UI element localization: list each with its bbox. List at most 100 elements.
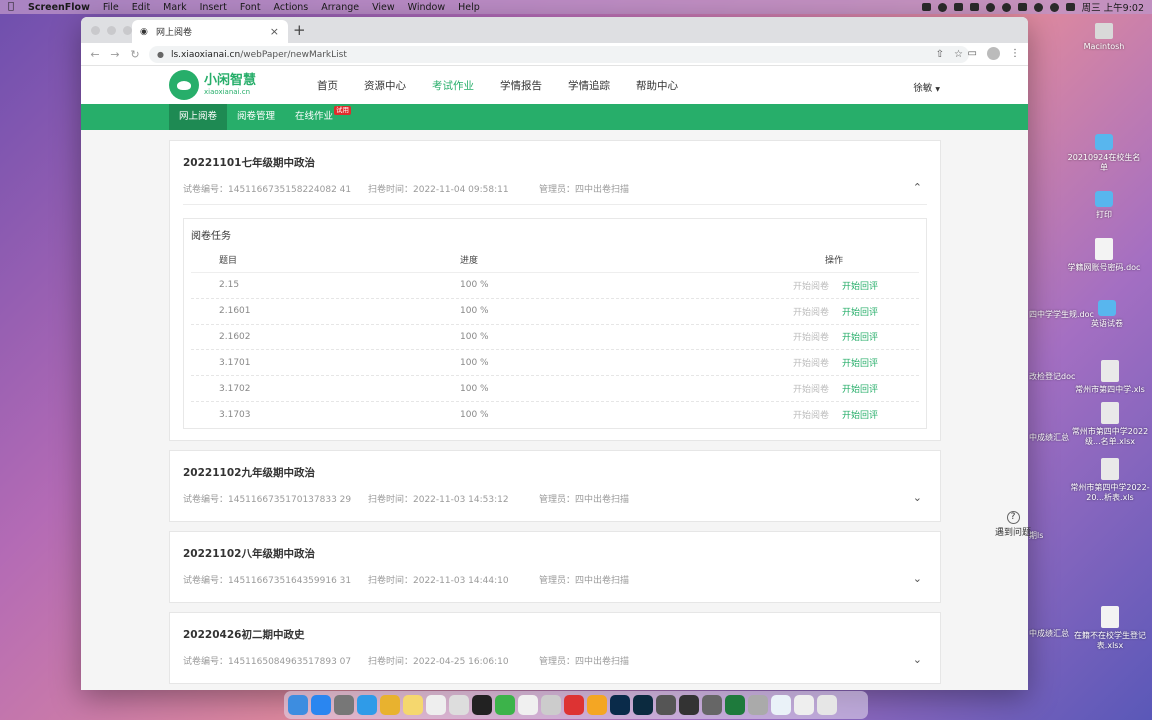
netease-music-icon[interactable] bbox=[564, 695, 584, 715]
qq-icon[interactable] bbox=[472, 695, 492, 715]
desktop-icon-doc-2[interactable]: 在籍不在校学生登记表.xlsx bbox=[1070, 606, 1150, 651]
menu-actions[interactable]: Actions bbox=[274, 2, 309, 13]
start-marking-button[interactable]: 开始阅卷 bbox=[793, 411, 829, 421]
zoom-window-button[interactable] bbox=[123, 26, 132, 35]
menu-view[interactable]: View bbox=[372, 2, 395, 13]
bluetooth-icon[interactable] bbox=[985, 2, 995, 12]
calendar-icon[interactable] bbox=[518, 695, 538, 715]
battery-icon[interactable] bbox=[1017, 3, 1027, 11]
desktop-icon-folder-1[interactable]: 20210924在校生名单 bbox=[1064, 130, 1144, 173]
safari-icon[interactable] bbox=[357, 695, 377, 715]
preview-icon[interactable] bbox=[541, 695, 561, 715]
start-marking-button[interactable]: 开始阅卷 bbox=[793, 359, 829, 369]
control-center-icon[interactable] bbox=[1065, 3, 1075, 11]
subnav-online-homework[interactable]: 在线作业 试用 bbox=[285, 104, 352, 130]
menu-insert[interactable]: Insert bbox=[200, 2, 227, 13]
start-review-button[interactable]: 开始回评 bbox=[842, 385, 878, 395]
subnav-marking-management[interactable]: 阅卷管理 bbox=[227, 104, 285, 130]
excel-icon[interactable] bbox=[725, 695, 745, 715]
nav-tracking[interactable]: 学情追踪 bbox=[568, 78, 610, 93]
siri-icon[interactable] bbox=[1049, 2, 1059, 12]
desktop-icon-folder-2[interactable]: 打印 bbox=[1064, 187, 1144, 220]
chevron-down-icon[interactable]: ⌄ bbox=[913, 491, 922, 504]
close-tab-icon[interactable]: × bbox=[270, 25, 279, 38]
nav-exams[interactable]: 考试作业 bbox=[432, 78, 474, 93]
trash-icon[interactable] bbox=[817, 695, 837, 715]
start-review-button[interactable]: 开始回评 bbox=[842, 308, 878, 318]
forward-icon[interactable]: → bbox=[105, 48, 125, 61]
menu-edit[interactable]: Edit bbox=[132, 2, 150, 13]
desktop-icon-doc-1[interactable]: 学籍网账号密码.doc bbox=[1064, 238, 1144, 273]
menu-window[interactable]: Window bbox=[408, 2, 445, 13]
icloud-icon[interactable] bbox=[771, 695, 791, 715]
exam-card[interactable]: 20221102八年级期中政治 试卷编号：1451166735164359916… bbox=[169, 531, 941, 603]
desktop-icon-macintosh[interactable]: Macintosh bbox=[1064, 23, 1144, 52]
lightroom-icon[interactable] bbox=[633, 695, 653, 715]
desktop-icon-xls-2[interactable]: 常州市第四中学2022级...名单.xlsx bbox=[1070, 402, 1150, 447]
keyboard-icon[interactable] bbox=[969, 3, 979, 11]
finder-icon[interactable] bbox=[288, 695, 308, 715]
photoshop-icon[interactable] bbox=[610, 695, 630, 715]
subnav-online-marking[interactable]: 网上阅卷 bbox=[169, 104, 228, 130]
nav-help-center[interactable]: 帮助中心 bbox=[636, 78, 678, 93]
start-review-button[interactable]: 开始回评 bbox=[842, 282, 878, 292]
menu-arrange[interactable]: Arrange bbox=[321, 2, 359, 13]
desktop-partial-label[interactable]: 期ls bbox=[1029, 531, 1043, 541]
documents-icon[interactable] bbox=[794, 695, 814, 715]
address-bar[interactable]: ● ls.xiaoxianai.cn /webPaper/newMarkList… bbox=[149, 46, 969, 63]
reload-icon[interactable]: ↻ bbox=[125, 48, 145, 61]
start-review-button[interactable]: 开始回评 bbox=[842, 359, 878, 369]
exam-card[interactable]: 20220426初二期中政史 试卷编号：1451165084963517893 … bbox=[169, 612, 941, 684]
screenflow-icon[interactable] bbox=[748, 695, 768, 715]
share-icon[interactable]: ⇧ bbox=[936, 49, 944, 60]
menu-app[interactable]: ScreenFlow bbox=[28, 2, 90, 13]
minimize-window-button[interactable] bbox=[107, 26, 116, 35]
profile-avatar-icon[interactable] bbox=[987, 47, 1000, 60]
disk-utility-icon[interactable] bbox=[656, 695, 676, 715]
launchpad-icon[interactable] bbox=[334, 695, 354, 715]
apple-icon[interactable]:  bbox=[8, 2, 18, 12]
browser-tab[interactable]: ◉ 网上阅卷 × bbox=[132, 20, 288, 43]
user-menu[interactable]: 徐敏 ▼ bbox=[913, 80, 940, 94]
menubar-clock[interactable]: 周三 上午9:02 bbox=[1082, 0, 1144, 14]
site-logo[interactable]: 小闲智慧 xiaoxianai.cn bbox=[169, 70, 256, 100]
new-tab-icon[interactable]: + bbox=[293, 21, 306, 39]
search-icon[interactable] bbox=[1033, 2, 1043, 12]
app-store-icon[interactable] bbox=[311, 695, 331, 715]
start-review-button[interactable]: 开始回评 bbox=[842, 411, 878, 421]
text-icon[interactable] bbox=[953, 3, 963, 11]
qq-icon[interactable] bbox=[937, 2, 947, 12]
lock-icon[interactable]: ● bbox=[157, 50, 164, 59]
photos-icon[interactable] bbox=[587, 695, 607, 715]
desktop-partial-label[interactable]: 中成绩汇总 bbox=[1029, 433, 1069, 443]
desktop-partial-label[interactable]: 改检登记doc bbox=[1029, 372, 1075, 382]
nav-resources[interactable]: 资源中心 bbox=[364, 78, 406, 93]
start-marking-button[interactable]: 开始阅卷 bbox=[793, 385, 829, 395]
camera-icon[interactable] bbox=[921, 3, 931, 11]
desktop-partial-label[interactable]: 四中学学生规.doc bbox=[1029, 310, 1094, 320]
final-cut-icon[interactable] bbox=[679, 695, 699, 715]
wifi-icon[interactable] bbox=[1001, 2, 1011, 12]
reminders-icon[interactable] bbox=[449, 695, 469, 715]
textedit-icon[interactable] bbox=[426, 695, 446, 715]
exam-card[interactable]: 20221102九年级期中政治 试卷编号：1451166735170137833… bbox=[169, 450, 941, 522]
help-widget[interactable]: ? 遇到问题 bbox=[995, 511, 1031, 539]
menu-font[interactable]: Font bbox=[240, 2, 261, 13]
start-marking-button[interactable]: 开始阅卷 bbox=[793, 308, 829, 318]
chevron-up-icon[interactable]: ⌃ bbox=[913, 181, 922, 194]
system-preferences-icon[interactable] bbox=[702, 695, 722, 715]
start-marking-button[interactable]: 开始阅卷 bbox=[793, 333, 829, 343]
sidebar-toggle-icon[interactable]: ▭ bbox=[968, 48, 977, 59]
desktop-partial-label[interactable]: 中成绩汇总 bbox=[1029, 629, 1069, 639]
notes-icon[interactable] bbox=[403, 695, 423, 715]
chrome-icon[interactable] bbox=[380, 695, 400, 715]
menu-file[interactable]: File bbox=[103, 2, 119, 13]
menu-help[interactable]: Help bbox=[458, 2, 480, 13]
more-menu-icon[interactable]: ⋮ bbox=[1010, 48, 1020, 59]
back-icon[interactable]: ← bbox=[85, 48, 105, 61]
chevron-down-icon[interactable]: ⌄ bbox=[913, 572, 922, 585]
bookmark-star-icon[interactable]: ☆ bbox=[954, 49, 963, 60]
nav-home[interactable]: 首页 bbox=[317, 78, 338, 93]
desktop-icon-xls-3[interactable]: 常州市第四中学2022-20...析表.xls bbox=[1070, 458, 1150, 503]
nav-reports[interactable]: 学情报告 bbox=[500, 78, 542, 93]
